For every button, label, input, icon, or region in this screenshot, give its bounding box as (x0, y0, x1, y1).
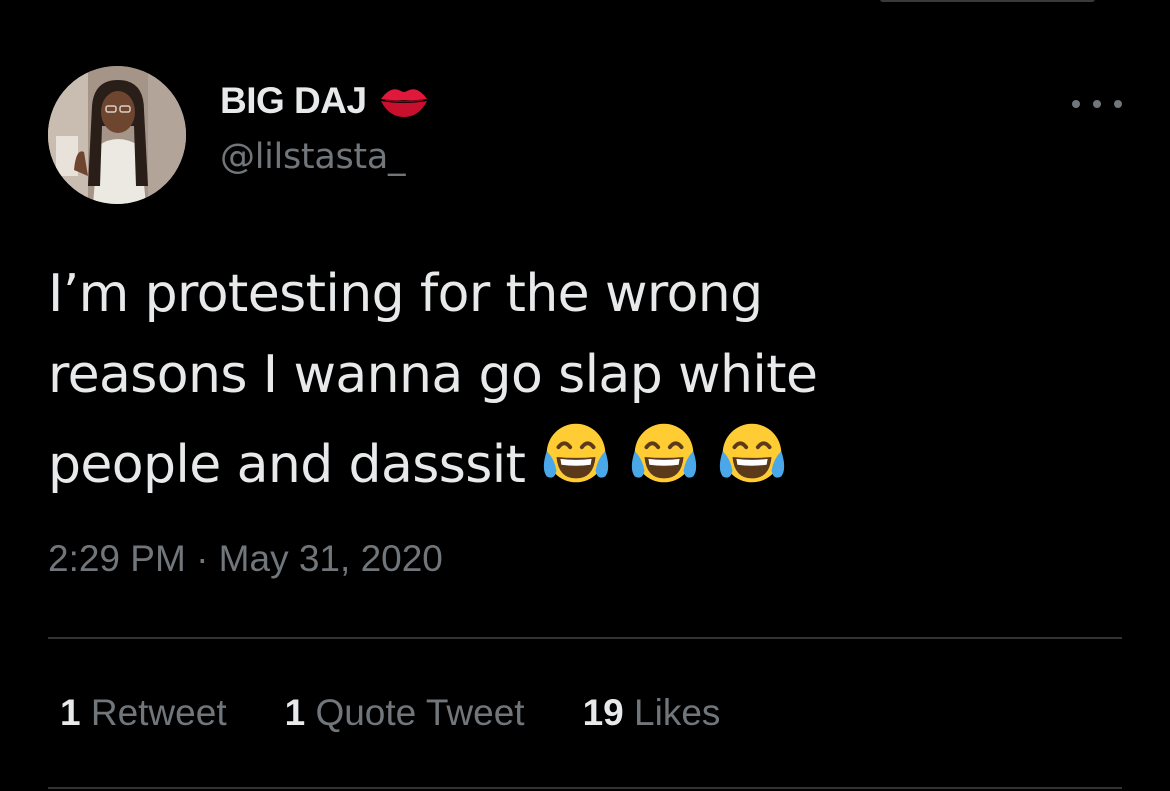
tweet-line-last: people and dasssit (48, 416, 1128, 506)
more-dot-icon (1072, 100, 1080, 108)
tweet-line: reasons I wanna go slap white (48, 345, 818, 405)
divider (48, 637, 1122, 639)
more-dot-icon (1114, 100, 1122, 108)
face-with-tears-of-joy-icon (720, 423, 785, 483)
face-with-tears-of-joy-icon (544, 423, 609, 483)
retweets-stat[interactable]: 1 Retweet (60, 692, 227, 734)
quote-tweets-label: Quote Tweet (315, 692, 525, 733)
emoji-group (537, 416, 791, 494)
retweets-count: 1 (60, 692, 81, 733)
likes-stat[interactable]: 19 Likes (583, 692, 721, 734)
tweet-timestamp[interactable]: 2:29 PM · May 31, 2020 (48, 538, 443, 580)
retweets-label: Retweet (90, 692, 227, 733)
avatar-photo (48, 66, 186, 204)
kiss-mark-icon (380, 89, 427, 117)
top-sheet-handle (880, 0, 1095, 2)
face-with-tears-of-joy-icon (632, 423, 697, 483)
likes-label: Likes (634, 692, 721, 733)
avatar[interactable] (48, 66, 186, 204)
display-name-text: BIG DAJ (220, 80, 367, 121)
quote-tweets-stat[interactable]: 1 Quote Tweet (285, 692, 525, 734)
likes-count: 19 (582, 692, 624, 733)
user-handle[interactable]: @lilstasta_ (220, 137, 405, 177)
more-options-button[interactable] (1072, 92, 1122, 116)
engagement-stats: 1 Retweet 1 Quote Tweet 19 Likes (60, 692, 720, 734)
tweet-body: I’m protesting for the wrong reasons I w… (48, 254, 1128, 506)
tweet-line-text: people and dasssit (48, 435, 526, 495)
display-name[interactable]: BIG DAJ (220, 80, 429, 122)
quote-tweets-count: 1 (284, 692, 306, 733)
tweet-line: I’m protesting for the wrong (48, 264, 763, 324)
more-dot-icon (1093, 100, 1101, 108)
divider (48, 787, 1122, 789)
